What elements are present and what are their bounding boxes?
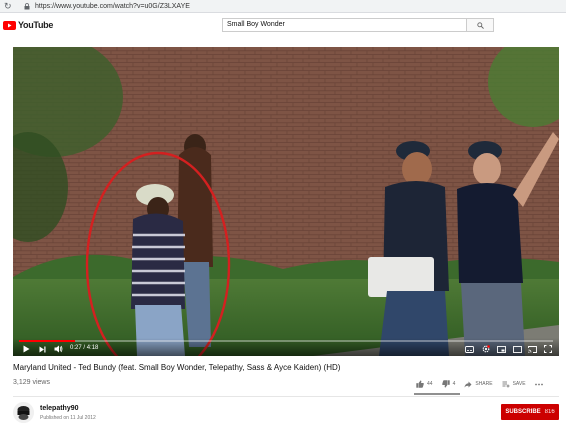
share-button[interactable]: SHARE <box>464 381 493 388</box>
save-button[interactable]: SAVE <box>502 381 526 388</box>
search-button[interactable] <box>467 18 494 32</box>
publish-date: Published on 11 Jul 2012 <box>40 415 96 421</box>
url-text[interactable]: https://www.youtube.com/watch?v=u0G/Z3LX… <box>35 0 190 13</box>
subtitles-button[interactable] <box>464 344 475 354</box>
player-controls: 0:27 / 4:18 <box>13 338 559 356</box>
lock-icon <box>22 2 32 10</box>
like-button[interactable]: 44 <box>416 380 433 388</box>
channel-name[interactable]: telepathy90 <box>40 405 79 412</box>
video-player[interactable]: 0:27 / 4:18 <box>13 47 559 356</box>
dislike-button[interactable]: 4 <box>441 380 456 388</box>
share-label: SHARE <box>475 381 493 387</box>
video-actions: 44 4 SHARE SAVE <box>416 379 555 389</box>
save-icon <box>502 381 510 387</box>
browser-address-bar: ↻ https://www.youtube.com/watch?v=u0G/Z3… <box>0 0 566 13</box>
volume-icon <box>54 345 63 353</box>
subtitles-icon <box>465 345 474 353</box>
subscribe-label: SUBSCRIBE <box>505 409 541 415</box>
sentiment-bar <box>414 393 460 395</box>
settings-icon <box>482 345 490 353</box>
fullscreen-button[interactable] <box>542 344 553 354</box>
divider <box>13 396 559 397</box>
next-button[interactable] <box>37 344 48 354</box>
subscriber-count: 816 <box>544 409 555 415</box>
logo-text: YouTube <box>18 20 54 30</box>
view-count: 3,129 views <box>13 379 50 386</box>
video-title: Maryland United - Ted Bundy (feat. Small… <box>13 363 341 372</box>
duration: 4:18 <box>86 345 99 351</box>
fullscreen-icon <box>543 345 552 353</box>
video-frame <box>13 47 559 356</box>
play-button[interactable] <box>21 344 32 354</box>
cast-button[interactable] <box>527 344 538 354</box>
like-count: 44 <box>427 381 433 387</box>
next-icon <box>39 346 46 352</box>
save-label: SAVE <box>512 381 526 387</box>
miniplayer-button[interactable] <box>496 344 507 354</box>
progress-bar[interactable] <box>19 340 553 342</box>
play-icon <box>23 345 30 353</box>
like-icon <box>416 380 424 388</box>
channel-avatar[interactable] <box>13 402 34 423</box>
more-button[interactable] <box>534 383 546 386</box>
reload-icon[interactable]: ↻ <box>4 0 18 13</box>
dislike-icon <box>441 380 450 388</box>
progress-fill <box>19 340 76 342</box>
share-icon <box>464 381 472 387</box>
subscribe-button[interactable]: SUBSCRIBE 816 <box>501 404 559 420</box>
settings-button[interactable] <box>480 344 491 354</box>
search-input[interactable]: Small Boy Wonder <box>222 18 467 32</box>
miniplayer-icon <box>497 345 506 353</box>
theater-icon <box>513 345 522 353</box>
youtube-header: YouTube Small Boy Wonder <box>0 13 566 39</box>
more-icon <box>534 383 543 385</box>
volume-button[interactable] <box>53 344 64 354</box>
youtube-logo-icon <box>3 20 16 30</box>
cast-icon <box>528 345 537 353</box>
dislike-count: 4 <box>452 381 456 387</box>
theater-button[interactable] <box>512 344 523 354</box>
search-icon <box>476 21 484 29</box>
time-display: 0:27 / 4:18 <box>70 345 98 351</box>
current-time: 0:27 <box>70 345 82 351</box>
youtube-logo[interactable]: YouTube <box>3 20 53 30</box>
